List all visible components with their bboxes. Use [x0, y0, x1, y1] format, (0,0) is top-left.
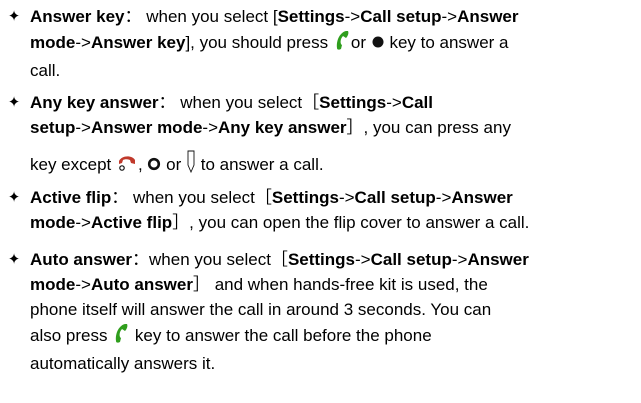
item-auto-answer: ✦ Auto answer：when you select［Settings->…: [6, 247, 636, 376]
any-key-line-3: key except , or to answer a call.: [6, 150, 636, 181]
auto-answer-line-3: phone itself will answer the call in aro…: [30, 300, 492, 319]
auto-answer-line-4: also press key to answer the call before…: [6, 322, 636, 351]
send-key-icon: [333, 29, 351, 58]
any-key-line-2: setup->Answer mode->Any key answer］, you…: [30, 118, 511, 137]
manual-page: ✦ Answer key： when you select [Settings-…: [0, 0, 641, 403]
answer-key-line-1: Answer key： when you select [Settings->C…: [30, 7, 519, 26]
item-active-flip: ✦ Active flip： when you select［Settings-…: [6, 185, 636, 235]
side-key-icon: [186, 150, 196, 181]
center-key-dot-icon: [371, 31, 385, 56]
auto-answer-line-1: Auto answer：when you select［Settings->Ca…: [30, 250, 529, 269]
answer-key-line-3: call.: [30, 61, 61, 80]
send-key-icon: [112, 322, 130, 351]
auto-answer-line-5: automatically answers it.: [30, 354, 216, 373]
term-answer-key: Answer key: [30, 7, 125, 26]
item-any-key-answer: ✦ Any key answer： when you select［Settin…: [6, 90, 636, 181]
active-flip-line-1: Active flip： when you select［Settings->C…: [30, 188, 513, 207]
answer-key-line-2: mode->Answer key], you should press or k…: [6, 29, 636, 58]
center-key-ring-icon: [147, 153, 161, 178]
active-flip-line-2: mode->Active flip］, you can open the fli…: [30, 213, 530, 232]
item-answer-key: ✦ Answer key： when you select [Settings-…: [6, 4, 636, 83]
any-key-line-1: Any key answer： when you select［Settings…: [30, 93, 433, 112]
end-key-icon: [116, 151, 138, 180]
auto-answer-line-2: mode->Auto answer］ and when hands-free k…: [30, 275, 488, 294]
